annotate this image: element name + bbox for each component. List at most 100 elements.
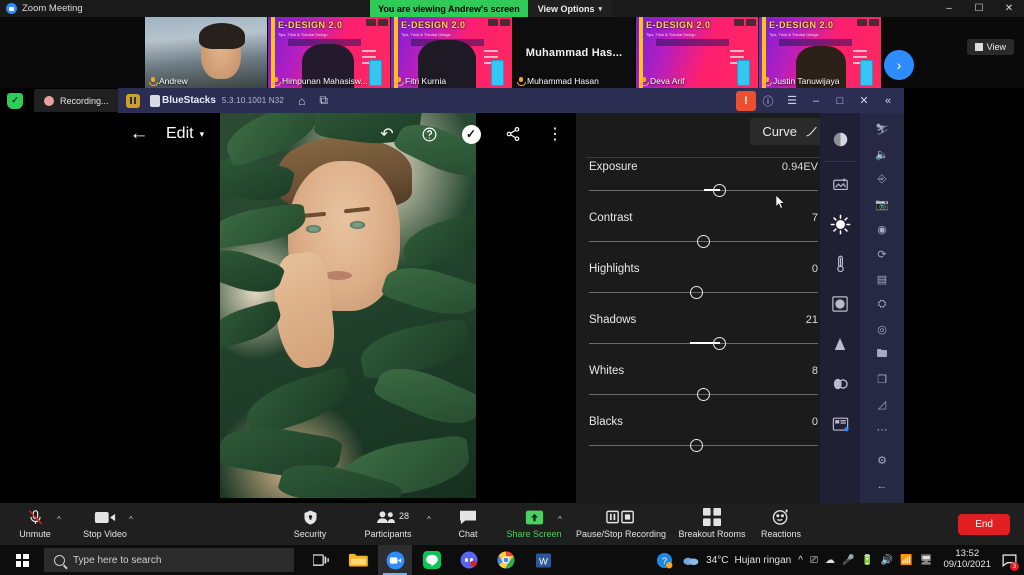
participant-tile[interactable]: Andrew: [145, 17, 268, 88]
home-icon[interactable]: ⌂: [298, 94, 305, 108]
display-settings-icon[interactable]: 🖥: [920, 555, 933, 566]
participants-caret[interactable]: ^: [427, 515, 431, 524]
copy-icon[interactable]: ❐: [865, 367, 899, 392]
search-input[interactable]: Type here to search: [44, 548, 294, 572]
vignette-icon[interactable]: [823, 284, 857, 324]
slider-track[interactable]: [589, 388, 818, 401]
slider-track[interactable]: [589, 235, 818, 248]
tray-expand-caret[interactable]: ^: [798, 555, 803, 566]
word-icon[interactable]: W: [526, 545, 560, 575]
shake-icon[interactable]: ◿: [865, 392, 899, 417]
volume-icon[interactable]: 🔈: [865, 142, 899, 167]
pause-icon[interactable]: [126, 93, 140, 108]
back-icon[interactable]: ←: [865, 473, 899, 498]
end-meeting-button[interactable]: End: [958, 514, 1010, 535]
clock[interactable]: 13:52 09/10/2021: [943, 548, 991, 571]
slider-knob[interactable]: [697, 235, 710, 248]
tone-icon[interactable]: [823, 119, 857, 159]
slider-track[interactable]: [589, 337, 818, 350]
poster-line: [730, 56, 744, 58]
volume-icon[interactable]: 🔊: [881, 555, 893, 566]
slider-knob[interactable]: [690, 286, 704, 299]
media-folder-icon[interactable]: 🖿: [865, 342, 899, 367]
participant-tile[interactable]: E-DESIGN 2.0 Tips, Trick & Tutorial Desi…: [268, 17, 391, 88]
image-adjust-icon[interactable]: [823, 164, 857, 204]
line-icon[interactable]: [415, 545, 449, 575]
fullscreen-icon[interactable]: ⛷: [865, 117, 899, 142]
record-icon[interactable]: ◉: [865, 217, 899, 242]
macro-icon[interactable]: ⛭: [865, 292, 899, 317]
screenshot-icon[interactable]: 📷: [865, 192, 899, 217]
settings-icon[interactable]: ⚙: [865, 448, 899, 473]
minimize-button[interactable]: –: [934, 0, 964, 17]
notification-center-icon[interactable]: 3: [998, 545, 1020, 575]
view-options-button[interactable]: View Options ▾: [527, 0, 613, 17]
chrome-icon[interactable]: [489, 545, 523, 575]
slider-knob[interactable]: [690, 439, 704, 452]
help-icon[interactable]: ⓘ: [756, 88, 780, 113]
slider-knob[interactable]: [697, 388, 710, 401]
chat-button[interactable]: Chat: [435, 507, 501, 539]
participant-tile[interactable]: E-DESIGN 2.0 Tips, Trick & Tutorial Desi…: [636, 17, 759, 88]
alert-icon[interactable]: !: [736, 90, 756, 111]
rotate-icon[interactable]: ⟳: [865, 242, 899, 267]
slider-knob[interactable]: [713, 184, 727, 197]
back-icon[interactable]: ←: [118, 113, 160, 155]
bluestacks-close-button[interactable]: ✕: [852, 88, 876, 113]
task-view-icon[interactable]: [304, 545, 338, 575]
help-icon[interactable]: [408, 113, 450, 155]
effects-icon[interactable]: [823, 404, 857, 444]
participant-tile[interactable]: E-DESIGN 2.0 Tips, Trick & Tutorial Desi…: [759, 17, 882, 88]
mic-icon[interactable]: 🎤: [842, 555, 854, 566]
discord-icon[interactable]: [452, 545, 486, 575]
temperature-icon[interactable]: [823, 244, 857, 284]
edited-photo[interactable]: [220, 113, 476, 498]
network-icon[interactable]: 📶: [900, 555, 912, 566]
slider-track[interactable]: [589, 286, 818, 299]
recording-indicator[interactable]: Recording...: [34, 89, 119, 112]
start-button[interactable]: [0, 545, 44, 575]
breakout-rooms-button[interactable]: Breakout Rooms: [672, 507, 752, 539]
participant-tile[interactable]: E-DESIGN 2.0 Tips, Trick & Tutorial Desi…: [391, 17, 513, 88]
keymapping-icon[interactable]: ⎆: [865, 167, 899, 192]
undo-icon[interactable]: ↶: [366, 113, 408, 155]
audio-options-caret[interactable]: ^: [57, 515, 61, 524]
close-button[interactable]: ✕: [994, 0, 1024, 17]
brightness-icon[interactable]: [823, 204, 857, 244]
participant-tile[interactable]: Muhammad Has... Muhammad Hasan: [513, 17, 636, 88]
project-display-icon[interactable]: ⎚: [810, 555, 818, 566]
battery-icon[interactable]: 🔋: [861, 555, 873, 566]
reactions-button[interactable]: Reactions: [748, 507, 814, 539]
slider-track[interactable]: [589, 184, 818, 197]
bluestacks-minimize-button[interactable]: –: [804, 88, 828, 113]
sharpen-icon[interactable]: [823, 324, 857, 364]
tabs-icon[interactable]: ⧉: [319, 93, 328, 108]
share-options-caret[interactable]: ^: [558, 515, 562, 524]
confirm-button[interactable]: ✓: [450, 113, 492, 155]
bluestacks-maximize-button[interactable]: □: [828, 88, 852, 113]
slider-track[interactable]: [589, 439, 818, 452]
more-options-icon[interactable]: ⋮: [534, 113, 576, 155]
onedrive-icon[interactable]: ☁: [825, 555, 835, 566]
blur-icon[interactable]: [823, 364, 857, 404]
slider-knob[interactable]: [713, 337, 727, 350]
weather-widget[interactable]: 34°C Hujan ringan: [682, 553, 791, 567]
bluestacks-collapse-button[interactable]: «: [876, 88, 900, 113]
pause-stop-recording-button[interactable]: Pause/Stop Recording: [573, 507, 669, 539]
more-icon[interactable]: ⋯: [865, 417, 899, 442]
meet-now-icon[interactable]: ?: [653, 545, 675, 575]
curve-button[interactable]: Curve: [750, 118, 831, 145]
restore-button[interactable]: ☐: [964, 0, 994, 17]
menu-icon[interactable]: ☰: [780, 88, 804, 113]
share-icon[interactable]: [492, 113, 534, 155]
participants-button[interactable]: Participants: [355, 507, 421, 539]
edit-title-dropdown[interactable]: Edit ▾: [166, 125, 204, 143]
next-participants-button[interactable]: ›: [884, 50, 914, 80]
security-button[interactable]: Security: [277, 507, 343, 539]
location-icon[interactable]: ◎: [865, 317, 899, 342]
file-explorer-icon[interactable]: [341, 545, 375, 575]
view-layout-button[interactable]: View: [966, 39, 1014, 55]
multi-instance-icon[interactable]: ▤: [865, 267, 899, 292]
zoom-icon[interactable]: [378, 545, 412, 575]
video-options-caret[interactable]: ^: [129, 515, 133, 524]
